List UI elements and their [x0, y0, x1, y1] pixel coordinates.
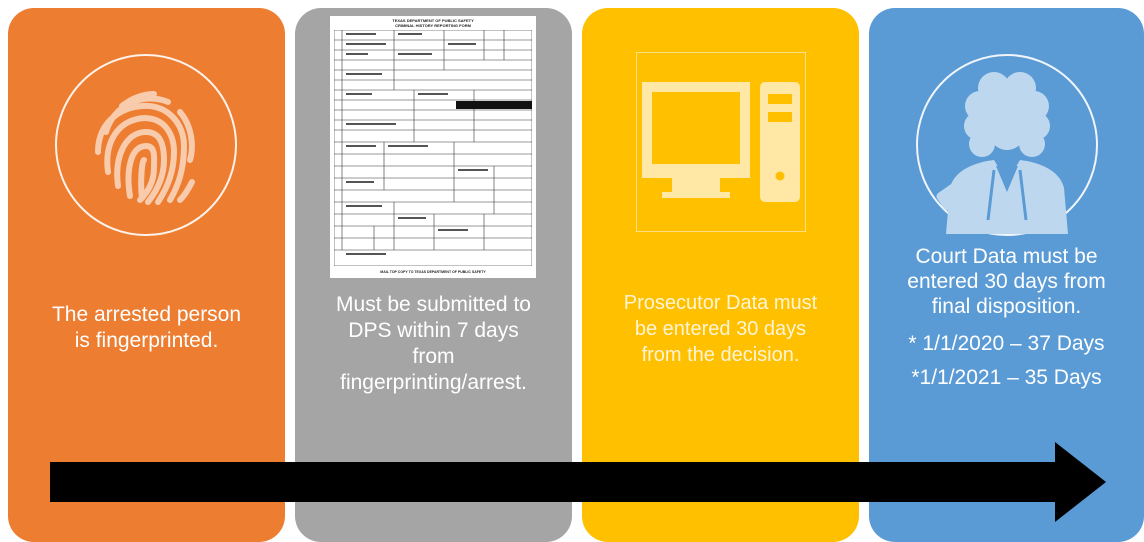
form-subtitle-line: CRIMINAL HISTORY REPORTING FORM	[395, 23, 471, 28]
caption-line: fingerprinting/arrest.	[340, 371, 527, 394]
form-grid-lines	[334, 30, 532, 266]
caption-line: Court Data must be	[915, 245, 1098, 268]
caption-line: be entered 30 days	[634, 318, 807, 340]
criminal-history-form-image: TEXAS DEPARTMENT OF PUBLIC SAFETY CRIMIN…	[330, 16, 536, 278]
form-title: TEXAS DEPARTMENT OF PUBLIC SAFETY CRIMIN…	[330, 18, 536, 28]
form-footer: MAIL TOP COPY TO TEXAS DEPARTMENT OF PUB…	[380, 270, 486, 274]
fingerprint-icon	[95, 91, 195, 205]
deadline-2021: *1/1/2021 – 35 Days	[911, 366, 1102, 389]
submission-step-caption: Must be submitted to DPS within 7 days f…	[303, 292, 564, 396]
timeline-arrow-icon	[50, 442, 1106, 522]
caption-line: Prosecutor Data must	[623, 292, 818, 314]
caption-line: from the decision.	[641, 344, 800, 366]
caption-line: final disposition.	[931, 295, 1082, 318]
caption-line: is fingerprinted.	[74, 329, 219, 352]
court-step-caption: Court Data must be entered 30 days from …	[877, 244, 1136, 390]
deadline-2020: * 1/1/2020 – 37 Days	[908, 332, 1105, 355]
caption-line: Must be submitted to	[336, 293, 531, 316]
caption-line: from	[412, 345, 455, 368]
caption-line: DPS within 7 days	[348, 319, 519, 342]
caption-line: The arrested person	[51, 303, 242, 326]
arrest-step-caption: The arrested person is fingerprinted.	[16, 302, 277, 354]
prosecutor-step-caption: Prosecutor Data must be entered 30 days …	[590, 290, 851, 368]
judge-gavel-icon	[936, 72, 1068, 234]
computer-icon	[636, 52, 806, 232]
caption-line: entered 30 days from	[907, 270, 1106, 293]
